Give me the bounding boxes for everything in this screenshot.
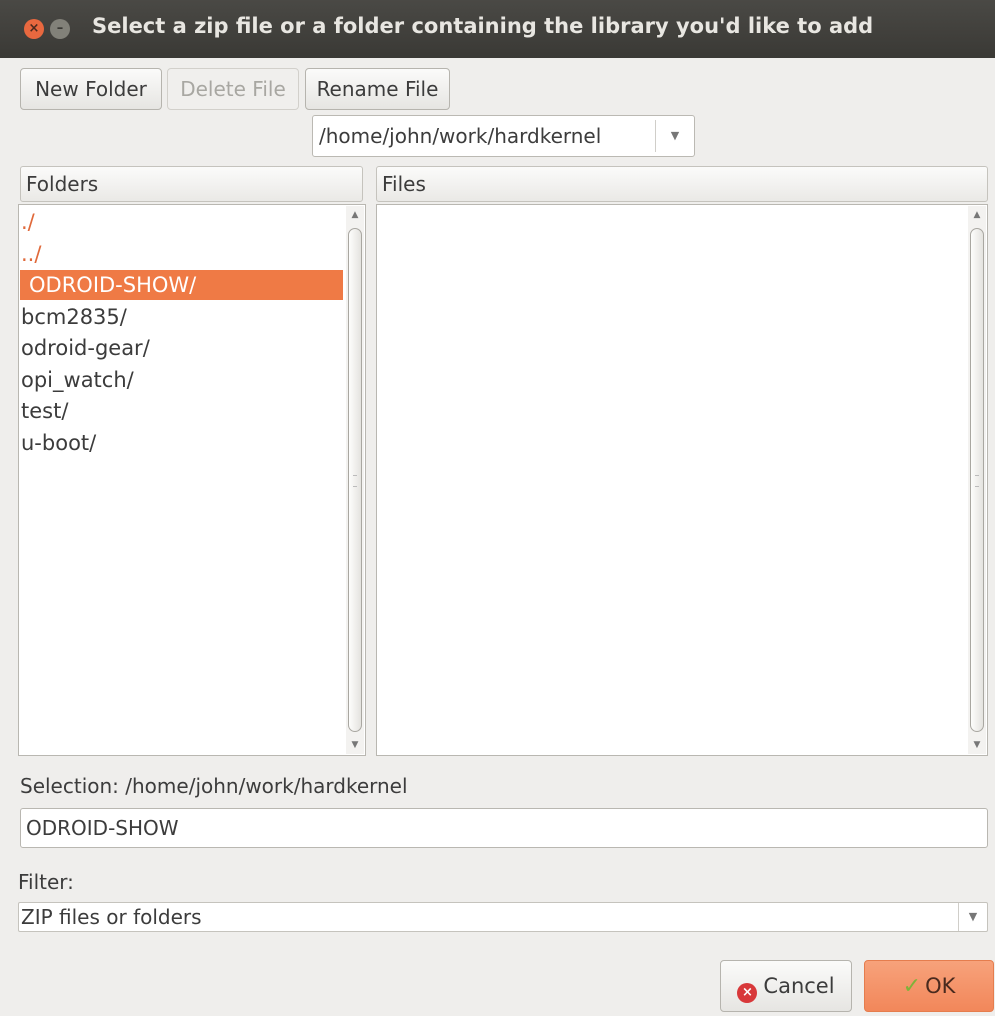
window-close-icon[interactable]: × xyxy=(24,19,44,39)
rename-file-button[interactable]: Rename File xyxy=(305,68,450,110)
window-minimize-icon[interactable]: – xyxy=(50,19,70,39)
folders-list[interactable]: ./ ../ ODROID-SHOW/ bcm2835/ odroid-gear… xyxy=(18,204,366,756)
selection-input[interactable]: ODROID-SHOW xyxy=(20,808,988,848)
folder-item-current[interactable]: ./ xyxy=(21,207,35,237)
path-combo[interactable]: /home/john/work/hardkernel ▼ xyxy=(312,115,695,157)
cancel-label: Cancel xyxy=(763,974,835,998)
window-title: Select a zip file or a folder containing… xyxy=(92,14,874,38)
title-bar: × – Select a zip file or a folder contai… xyxy=(0,0,995,58)
ok-button[interactable]: ✓ OK xyxy=(864,960,994,1012)
chevron-down-icon[interactable]: ▼ xyxy=(655,120,694,152)
folder-item[interactable]: test/ xyxy=(21,396,68,426)
folder-item[interactable]: bcm2835/ xyxy=(21,302,127,332)
cancel-icon: × xyxy=(737,983,758,1003)
scroll-down-icon[interactable]: ▼ xyxy=(346,738,364,752)
filter-select[interactable]: ZIP files or folders ▼ xyxy=(18,902,988,932)
scroll-up-icon[interactable]: ▲ xyxy=(968,208,986,222)
selection-label: Selection: /home/john/work/hardkernel xyxy=(20,774,408,798)
filter-label: Filter: xyxy=(18,870,74,894)
scroll-down-icon[interactable]: ▼ xyxy=(968,738,986,752)
scrollbar-thumb[interactable] xyxy=(970,228,984,732)
checkmark-icon: ✓ xyxy=(902,974,922,999)
scroll-up-icon[interactable]: ▲ xyxy=(346,208,364,222)
folder-item-selected[interactable]: ODROID-SHOW/ xyxy=(20,270,343,300)
folder-item-parent[interactable]: ../ xyxy=(21,239,41,269)
filter-value: ZIP files or folders xyxy=(21,905,202,929)
cancel-button[interactable]: × Cancel xyxy=(720,960,852,1012)
folder-item[interactable]: odroid-gear/ xyxy=(21,333,150,363)
folders-scrollbar[interactable]: ▲ ▼ xyxy=(346,206,364,754)
chevron-down-icon[interactable]: ▼ xyxy=(958,903,987,931)
folder-item[interactable]: u-boot/ xyxy=(21,428,96,458)
grip-icon xyxy=(353,475,357,487)
path-combo-value: /home/john/work/hardkernel xyxy=(319,124,602,148)
files-list[interactable]: ▲ ▼ xyxy=(376,204,988,756)
scrollbar-thumb[interactable] xyxy=(348,228,362,732)
folders-header[interactable]: Folders xyxy=(20,166,363,202)
grip-icon xyxy=(975,475,979,487)
delete-file-button[interactable]: Delete File xyxy=(167,68,299,110)
ok-label: OK xyxy=(925,974,956,998)
new-folder-button[interactable]: New Folder xyxy=(20,68,162,110)
files-scrollbar[interactable]: ▲ ▼ xyxy=(968,206,986,754)
files-header[interactable]: Files xyxy=(376,166,988,202)
folder-item[interactable]: opi_watch/ xyxy=(21,365,134,395)
